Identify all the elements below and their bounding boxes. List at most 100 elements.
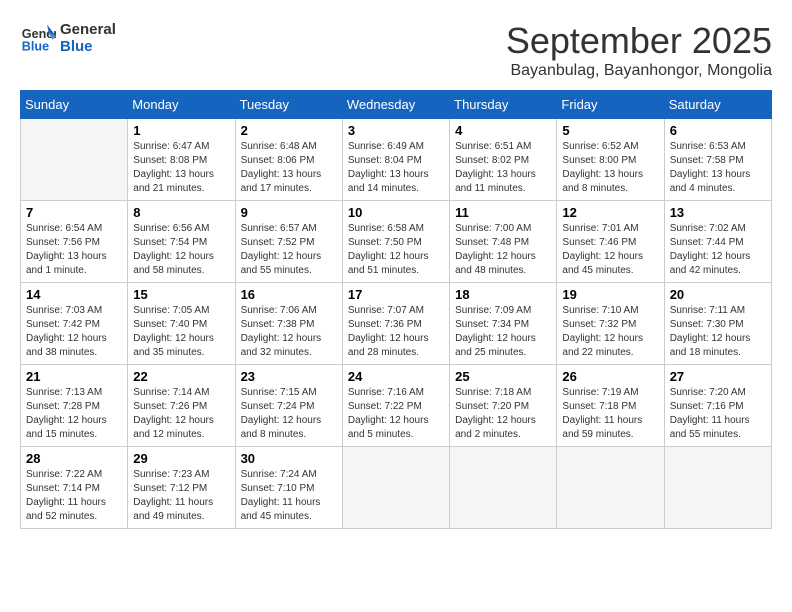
day-info: Sunrise: 7:11 AM Sunset: 7:30 PM Dayligh… (670, 304, 766, 360)
day-info: Sunrise: 7:02 AM Sunset: 7:44 PM Dayligh… (670, 222, 766, 278)
day-number: 27 (670, 369, 766, 384)
month-title: September 2025 (506, 20, 772, 62)
calendar-table: SundayMondayTuesdayWednesdayThursdayFrid… (20, 90, 772, 529)
calendar-cell: 4 Sunrise: 6:51 AM Sunset: 8:02 PM Daylig… (450, 119, 557, 201)
calendar-cell: 25Sunrise: 7:18 AM Sunset: 7:20 PM Dayli… (450, 365, 557, 447)
day-number: 11 (455, 205, 551, 220)
day-info: Sunrise: 6:48 AM Sunset: 8:06 PM Dayligh… (241, 140, 337, 196)
calendar-cell: 1Sunrise: 6:47 AM Sunset: 8:08 PM Daylig… (128, 119, 235, 201)
calendar-cell: 2 Sunrise: 6:48 AM Sunset: 8:06 PM Daylig… (235, 119, 342, 201)
calendar-cell: 12Sunrise: 7:01 AM Sunset: 7:46 PM Dayli… (557, 201, 664, 283)
day-number: 23 (241, 369, 337, 384)
logo-line2: Blue (60, 38, 116, 55)
weekday-row: SundayMondayTuesdayWednesdayThursdayFrid… (21, 91, 772, 119)
weekday-header-friday: Friday (557, 91, 664, 119)
week-row-1: 1Sunrise: 6:47 AM Sunset: 8:08 PM Daylig… (21, 119, 772, 201)
calendar-cell (342, 447, 449, 529)
week-row-2: 7 Sunrise: 6:54 AM Sunset: 7:56 PM Daylig… (21, 201, 772, 283)
day-info: Sunrise: 7:13 AM Sunset: 7:28 PM Dayligh… (26, 386, 122, 442)
day-info: Sunrise: 6:53 AM Sunset: 7:58 PM Dayligh… (670, 140, 766, 196)
weekday-header-thursday: Thursday (450, 91, 557, 119)
title-block: September 2025 Bayanbulag, Bayanhongor, … (506, 20, 772, 80)
day-info: Sunrise: 6:58 AM Sunset: 7:50 PM Dayligh… (348, 222, 444, 278)
day-info: Sunrise: 6:52 AM Sunset: 8:00 PM Dayligh… (562, 140, 658, 196)
weekday-header-saturday: Saturday (664, 91, 771, 119)
day-number: 1 (133, 123, 229, 138)
day-info: Sunrise: 6:49 AM Sunset: 8:04 PM Dayligh… (348, 140, 444, 196)
day-info: Sunrise: 6:54 AM Sunset: 7:56 PM Dayligh… (26, 222, 122, 278)
day-number: 18 (455, 287, 551, 302)
day-number: 2 (241, 123, 337, 138)
calendar-cell: 8 Sunrise: 6:56 AM Sunset: 7:54 PM Daylig… (128, 201, 235, 283)
calendar-header: SundayMondayTuesdayWednesdayThursdayFrid… (21, 91, 772, 119)
logo-line1: General (60, 21, 116, 38)
calendar-cell: 6Sunrise: 6:53 AM Sunset: 7:58 PM Daylig… (664, 119, 771, 201)
page-header: General Blue General Blue September 2025… (20, 20, 772, 80)
day-info: Sunrise: 7:18 AM Sunset: 7:20 PM Dayligh… (455, 386, 551, 442)
calendar-cell (450, 447, 557, 529)
day-info: Sunrise: 7:00 AM Sunset: 7:48 PM Dayligh… (455, 222, 551, 278)
day-number: 24 (348, 369, 444, 384)
day-number: 15 (133, 287, 229, 302)
day-info: Sunrise: 7:07 AM Sunset: 7:36 PM Dayligh… (348, 304, 444, 360)
calendar-cell: 30 Sunrise: 7:24 AM Sunset: 7:10 PM Dayli… (235, 447, 342, 529)
day-info: Sunrise: 7:20 AM Sunset: 7:16 PM Dayligh… (670, 386, 766, 442)
day-number: 22 (133, 369, 229, 384)
calendar-cell: 27 Sunrise: 7:20 AM Sunset: 7:16 PM Dayli… (664, 365, 771, 447)
week-row-5: 28Sunrise: 7:22 AM Sunset: 7:14 PM Dayli… (21, 447, 772, 529)
calendar-cell: 28Sunrise: 7:22 AM Sunset: 7:14 PM Dayli… (21, 447, 128, 529)
calendar-cell: 14Sunrise: 7:03 AM Sunset: 7:42 PM Dayli… (21, 283, 128, 365)
day-number: 10 (348, 205, 444, 220)
week-row-3: 14Sunrise: 7:03 AM Sunset: 7:42 PM Dayli… (21, 283, 772, 365)
calendar-cell: 29Sunrise: 7:23 AM Sunset: 7:12 PM Dayli… (128, 447, 235, 529)
weekday-header-sunday: Sunday (21, 91, 128, 119)
day-info: Sunrise: 6:56 AM Sunset: 7:54 PM Dayligh… (133, 222, 229, 278)
day-info: Sunrise: 7:14 AM Sunset: 7:26 PM Dayligh… (133, 386, 229, 442)
day-number: 7 (26, 205, 122, 220)
day-info: Sunrise: 7:10 AM Sunset: 7:32 PM Dayligh… (562, 304, 658, 360)
calendar-cell: 3Sunrise: 6:49 AM Sunset: 8:04 PM Daylig… (342, 119, 449, 201)
day-number: 26 (562, 369, 658, 384)
calendar-cell: 24 Sunrise: 7:16 AM Sunset: 7:22 PM Dayli… (342, 365, 449, 447)
calendar-cell: 9 Sunrise: 6:57 AM Sunset: 7:52 PM Daylig… (235, 201, 342, 283)
day-info: Sunrise: 6:51 AM Sunset: 8:02 PM Dayligh… (455, 140, 551, 196)
calendar-cell: 7 Sunrise: 6:54 AM Sunset: 7:56 PM Daylig… (21, 201, 128, 283)
svg-text:Blue: Blue (22, 40, 49, 54)
calendar-cell: 16Sunrise: 7:06 AM Sunset: 7:38 PM Dayli… (235, 283, 342, 365)
calendar-cell: 5 Sunrise: 6:52 AM Sunset: 8:00 PM Daylig… (557, 119, 664, 201)
calendar-cell: 18Sunrise: 7:09 AM Sunset: 7:34 PM Dayli… (450, 283, 557, 365)
day-number: 9 (241, 205, 337, 220)
calendar-cell: 22 Sunrise: 7:14 AM Sunset: 7:26 PM Dayli… (128, 365, 235, 447)
calendar-cell: 23 Sunrise: 7:15 AM Sunset: 7:24 PM Dayli… (235, 365, 342, 447)
calendar-cell: 15Sunrise: 7:05 AM Sunset: 7:40 PM Dayli… (128, 283, 235, 365)
logo: General Blue General Blue (20, 20, 116, 56)
calendar-cell: 10 Sunrise: 6:58 AM Sunset: 7:50 PM Dayli… (342, 201, 449, 283)
calendar-cell: 19Sunrise: 7:10 AM Sunset: 7:32 PM Dayli… (557, 283, 664, 365)
day-info: Sunrise: 7:23 AM Sunset: 7:12 PM Dayligh… (133, 468, 229, 524)
calendar-cell: 11 Sunrise: 7:00 AM Sunset: 7:48 PM Dayli… (450, 201, 557, 283)
calendar-cell (21, 119, 128, 201)
day-number: 5 (562, 123, 658, 138)
day-number: 16 (241, 287, 337, 302)
day-info: Sunrise: 7:01 AM Sunset: 7:46 PM Dayligh… (562, 222, 658, 278)
calendar-cell: 26 Sunrise: 7:19 AM Sunset: 7:18 PM Dayli… (557, 365, 664, 447)
logo-icon: General Blue (20, 20, 56, 56)
day-number: 28 (26, 451, 122, 466)
calendar-cell: 13 Sunrise: 7:02 AM Sunset: 7:44 PM Dayli… (664, 201, 771, 283)
day-number: 8 (133, 205, 229, 220)
weekday-header-tuesday: Tuesday (235, 91, 342, 119)
day-info: Sunrise: 7:15 AM Sunset: 7:24 PM Dayligh… (241, 386, 337, 442)
day-info: Sunrise: 7:24 AM Sunset: 7:10 PM Dayligh… (241, 468, 337, 524)
day-number: 17 (348, 287, 444, 302)
calendar-cell (557, 447, 664, 529)
day-number: 30 (241, 451, 337, 466)
day-number: 13 (670, 205, 766, 220)
calendar-cell (664, 447, 771, 529)
day-number: 4 (455, 123, 551, 138)
location-subtitle: Bayanbulag, Bayanhongor, Mongolia (506, 62, 772, 80)
day-info: Sunrise: 7:19 AM Sunset: 7:18 PM Dayligh… (562, 386, 658, 442)
day-number: 20 (670, 287, 766, 302)
calendar-cell: 21Sunrise: 7:13 AM Sunset: 7:28 PM Dayli… (21, 365, 128, 447)
day-info: Sunrise: 7:16 AM Sunset: 7:22 PM Dayligh… (348, 386, 444, 442)
day-info: Sunrise: 6:57 AM Sunset: 7:52 PM Dayligh… (241, 222, 337, 278)
